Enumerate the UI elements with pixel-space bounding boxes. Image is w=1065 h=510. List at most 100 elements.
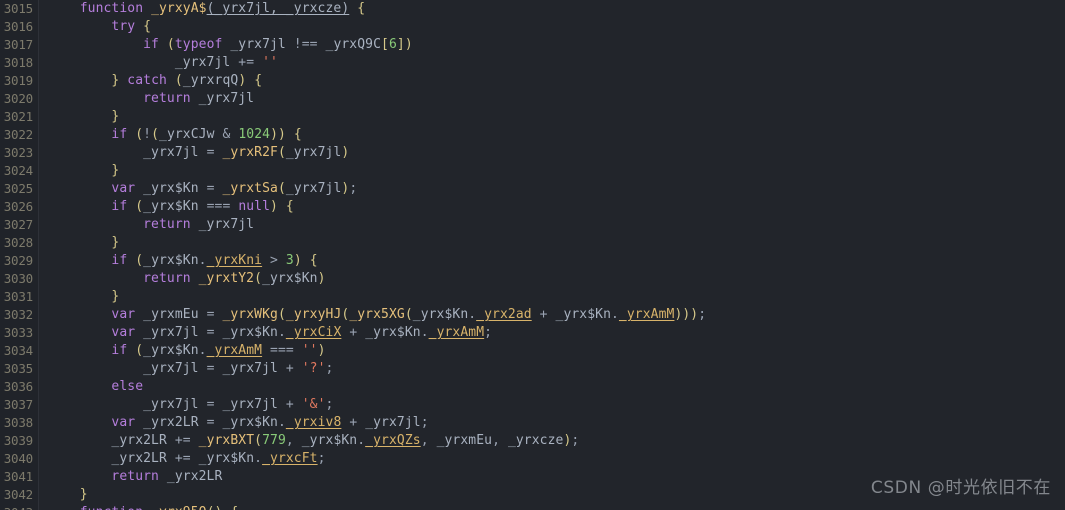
line-number[interactable]: 3025 (0, 180, 38, 198)
line-number[interactable]: 3020 (0, 90, 38, 108)
code-line[interactable]: function _yrxyA$(_yrx7jl, _yrxcze) { (40, 0, 1065, 18)
code-token-kw: var (111, 325, 136, 340)
line-number[interactable]: 3039 (0, 432, 38, 450)
line-number[interactable]: 3029 (0, 252, 38, 270)
code-line[interactable]: } (40, 108, 1065, 126)
line-number[interactable]: 3031 (0, 288, 38, 306)
code-line[interactable]: else (40, 378, 1065, 396)
code-token-sp (199, 199, 207, 214)
line-number[interactable]: 3027 (0, 216, 38, 234)
code-token-var: _yrx7jl (222, 361, 278, 376)
line-number[interactable]: 3019 (0, 72, 38, 90)
code-token-op: += (174, 451, 191, 466)
line-number[interactable]: 3041 (0, 468, 38, 486)
code-token-op: += (174, 433, 191, 448)
code-token-op: = (206, 145, 215, 160)
code-token-prop: _yrxQZs (365, 433, 421, 448)
line-number[interactable]: 3016 (0, 18, 38, 36)
line-number[interactable]: 3028 (0, 234, 38, 252)
code-token-sp (429, 433, 437, 448)
line-number[interactable]: 3030 (0, 270, 38, 288)
code-content-area[interactable]: function _yrxyA$(_yrx7jl, _yrxcze) { try… (40, 0, 1065, 510)
code-line[interactable]: if (!(_yrxCJw & 1024)) { (40, 126, 1065, 144)
code-token-var: _yrx7jl (174, 55, 231, 70)
line-number[interactable]: 3015 (0, 0, 38, 18)
line-number[interactable]: 3037 (0, 396, 38, 414)
code-line[interactable]: if (_yrx$Kn === null) { (40, 198, 1065, 216)
line-number[interactable]: 3026 (0, 198, 38, 216)
line-number[interactable]: 3036 (0, 378, 38, 396)
line-number-gutter[interactable]: 3015 3016 3017 3018 3019 3020 3021 3022 3023 3024… (0, 0, 39, 510)
code-token-var: _yrx7jl (365, 415, 421, 430)
line-number[interactable]: 3033 (0, 324, 38, 342)
code-token-br: ( (135, 253, 144, 268)
code-line[interactable]: var _yrx7jl = _yrx$Kn._yrxCiX + _yrx$Kn.… (40, 324, 1065, 342)
code-token-fn: _yrxR2F (222, 145, 278, 160)
line-number[interactable]: 3043 (0, 504, 38, 510)
code-line[interactable]: } (40, 234, 1065, 252)
code-token-var: _yrx$Kn (143, 343, 199, 358)
code-line[interactable]: } (40, 288, 1065, 306)
line-number[interactable]: 3024 (0, 162, 38, 180)
code-token-br: ( (174, 73, 183, 88)
code-token-br: ( (135, 199, 144, 214)
code-line[interactable]: _yrx2LR += _yrxBXT(779, _yrx$Kn._yrxQZs,… (40, 432, 1065, 450)
code-line[interactable]: _yrx7jl = _yrxR2F(_yrx7jl) (40, 144, 1065, 162)
code-line[interactable]: _yrx7jl += '' (40, 54, 1065, 72)
line-number[interactable]: 3035 (0, 360, 38, 378)
code-line[interactable]: return _yrx7jl (40, 90, 1065, 108)
code-line[interactable]: } (40, 162, 1065, 180)
code-line[interactable]: _yrx7jl = _yrx7jl + '&'; (40, 396, 1065, 414)
code-line[interactable]: return _yrxtY2(_yrx$Kn) (40, 270, 1065, 288)
line-number[interactable]: 3042 (0, 486, 38, 504)
code-line[interactable]: } catch (_yrxrqQ) { (40, 72, 1065, 90)
code-token-prop: _yrxKni (206, 253, 263, 268)
code-token-prop: _yrxAmM (428, 325, 485, 340)
code-token-sp (167, 433, 175, 448)
code-token-sp (532, 307, 540, 322)
code-token-br: ( (277, 181, 286, 196)
code-token-op: + (285, 397, 294, 412)
line-number[interactable]: 3018 (0, 54, 38, 72)
code-line[interactable]: function _yrx95O() { (40, 504, 1065, 510)
code-line[interactable]: if (_yrx$Kn._yrxKni > 3) { (40, 252, 1065, 270)
code-line[interactable]: _yrx2LR += _yrx$Kn._yrxcFt; (40, 450, 1065, 468)
code-line[interactable]: try { (40, 18, 1065, 36)
code-line[interactable]: var _yrx2LR = _yrx$Kn._yrxiv8 + _yrx7jl; (40, 414, 1065, 432)
code-token-op: = (206, 415, 215, 430)
code-token-fn: _yrxyA$ (151, 1, 207, 16)
line-number[interactable]: 3032 (0, 306, 38, 324)
code-line[interactable]: _yrx7jl = _yrx7jl + '?'; (40, 360, 1065, 378)
code-token-br: } (111, 163, 120, 178)
line-number[interactable]: 3017 (0, 36, 38, 54)
code-token-punc: ; (325, 397, 334, 412)
code-token-sp (349, 1, 357, 16)
line-number[interactable]: 3023 (0, 144, 38, 162)
code-token-sp (135, 415, 143, 430)
code-line[interactable]: return _yrx2LR (40, 468, 1065, 486)
code-token-var: _yrx$Kn (555, 307, 612, 322)
line-number[interactable]: 3022 (0, 126, 38, 144)
code-line[interactable]: if (typeof _yrx7jl !== _yrxQ9C[6]) (40, 36, 1065, 54)
code-token-prop: _yrx2ad (476, 307, 532, 322)
code-line[interactable]: if (_yrx$Kn._yrxAmM === '') (40, 342, 1065, 360)
line-number[interactable]: 3038 (0, 414, 38, 432)
code-line[interactable]: var _yrxmEu = _yrxWKg(_yrxyHJ(_yrx5XG(_y… (40, 306, 1065, 324)
code-token-punc: ; (420, 415, 429, 430)
line-number[interactable]: 3040 (0, 450, 38, 468)
line-number[interactable]: 3034 (0, 342, 38, 360)
code-token-num: 779 (262, 433, 286, 448)
code-line[interactable]: } (40, 486, 1065, 504)
code-line[interactable]: return _yrx7jl (40, 216, 1065, 234)
line-number[interactable]: 3021 (0, 108, 38, 126)
code-line[interactable]: var _yrx$Kn = _yrxtSa(_yrx7jl); (40, 180, 1065, 198)
code-token-var: _yrx7jl (198, 217, 255, 232)
